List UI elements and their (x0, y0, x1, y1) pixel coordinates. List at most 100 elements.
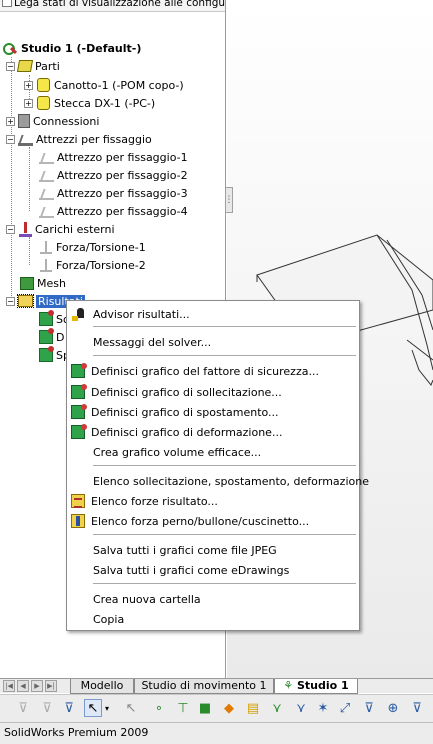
tab-label: Modello (80, 679, 124, 692)
fixture-icon (18, 133, 33, 146)
menu-separator (93, 583, 356, 584)
displacement-plot-icon (71, 404, 87, 419)
menu-item-label: Definisci grafico di sollecitazione... (91, 385, 282, 399)
results-folder-icon (17, 294, 34, 308)
menu-item-list-stress-displacement-strain[interactable]: Elenco sollecitazione, spostamento, defo… (67, 471, 369, 491)
menu-item-save-all-plots-edrawings[interactable]: Salva tutti i grafici come eDrawings (67, 560, 359, 580)
tree-item-result[interactable]: D (39, 328, 64, 346)
menu-item-create-effective-volume-plot[interactable]: Crea grafico volume efficace... (67, 442, 359, 462)
tree-item-fixture[interactable]: Attrezzo per fissaggio-3 (39, 184, 188, 202)
collapse-icon[interactable]: − (6, 296, 15, 306)
filter-icon[interactable]: ⊽ (14, 699, 32, 717)
tree-item-fixtures[interactable]: − Attrezzi per fissaggio (6, 130, 152, 148)
tree-item-loads[interactable]: − Carichi esterni (6, 220, 115, 238)
display-state-option[interactable]: Lega stati di visualizzazione alle confi… (0, 0, 226, 12)
menu-item-results-advisor[interactable]: Advisor risultati... (67, 304, 359, 324)
menu-separator (93, 355, 356, 356)
menu-item-label: Elenco forza perno/bullone/cuscinetto... (91, 514, 310, 528)
tab-model[interactable]: Modello (70, 679, 134, 694)
expand-icon[interactable]: + (24, 98, 33, 108)
tree-item-part[interactable]: + Canotto-1 (-POM copo-) (24, 76, 184, 94)
simulation-toolbar: ⊽ ⊽ ⊽ ↖ ▾ ↖ ∘ ⊤ ■ ◆ ▤ ⋎ ⋎ ✶ ⤢ ⊽ ⊕ ⊽ (0, 694, 433, 722)
menu-item-label: Definisci grafico di deformazione... (91, 425, 283, 439)
chevron-down-icon[interactable]: ▾ (102, 699, 112, 717)
axis-filter-icon[interactable]: ◆ (220, 699, 238, 717)
expand-icon[interactable]: + (24, 80, 33, 90)
menu-item-label: Advisor risultati... (93, 307, 190, 321)
strain-plot-icon (71, 424, 87, 439)
fixtures-label: Attrezzi per fissaggio (36, 132, 152, 146)
menu-separator (93, 465, 356, 466)
force-label: Forza/Torsione-2 (56, 258, 146, 272)
menu-item-define-strain-plot[interactable]: Definisci grafico di deformazione... (67, 422, 359, 442)
tree-item-parts[interactable]: − Parti (6, 57, 60, 75)
filter-icon[interactable]: ⊽ (38, 699, 56, 717)
menu-item-label: Elenco forze risultato... (91, 494, 218, 508)
menu-separator (93, 326, 356, 327)
menu-item-define-safety-factor-plot[interactable]: Definisci grafico del fattore di sicurez… (67, 361, 359, 381)
part-icon (37, 96, 50, 110)
menu-item-label: Elenco sollecitazione, spostamento, defo… (93, 474, 369, 488)
expand-icon[interactable]: + (6, 116, 15, 126)
stress-plot-icon (71, 384, 87, 399)
tree-item-force[interactable]: Forza/Torsione-1 (39, 238, 146, 256)
menu-item-list-pin-bolt-bearing-force[interactable]: Elenco forza perno/bullone/cuscinetto... (67, 511, 359, 531)
point-filter-icon[interactable]: ✶ (314, 699, 332, 717)
tree-item-force[interactable]: Forza/Torsione-2 (39, 256, 146, 274)
collapse-icon[interactable]: − (6, 61, 15, 71)
fixture-filter-icon[interactable]: ⋎ (268, 699, 286, 717)
mesh-label: Mesh (37, 276, 66, 290)
menu-item-list-result-force[interactable]: Elenco forze risultato... (67, 491, 359, 511)
tree-item-fixture[interactable]: Attrezzo per fissaggio-4 (39, 202, 188, 220)
filter-selection-icon[interactable]: ⊽ (60, 699, 78, 717)
previous-tab-icon[interactable]: ◀ (17, 680, 29, 692)
study-icon (2, 40, 18, 56)
panel-splitter-handle[interactable]: ⋮ (225, 187, 234, 213)
menu-item-define-stress-plot[interactable]: Definisci grafico di sollecitazione... (67, 382, 359, 402)
tree-item-fixture[interactable]: Attrezzo per fissaggio-2 (39, 166, 188, 184)
vertex-filter-icon[interactable]: ∘ (150, 699, 168, 717)
link-display-states-label: Lega stati di visualizzazione alle confi… (14, 0, 226, 9)
select-arrow-icon[interactable]: ↖ (84, 699, 102, 717)
fixture-label: Attrezzo per fissaggio-2 (57, 168, 188, 182)
tab-study-1[interactable]: ⚘ Studio 1 (274, 679, 358, 694)
study-label: Studio 1 (-Default-) (21, 41, 142, 55)
parts-icon (16, 60, 34, 72)
menu-item-label: Definisci grafico di spostamento... (91, 405, 279, 419)
result-force-list-icon (71, 494, 85, 508)
menu-item-create-new-folder[interactable]: Crea nuova cartella (67, 589, 359, 609)
part-label: Canotto-1 (-POM copo-) (54, 78, 184, 92)
next-tab-icon[interactable]: ▶ (31, 680, 43, 692)
collapse-icon[interactable]: − (6, 224, 15, 234)
menu-item-solver-messages[interactable]: Messaggi del solver... (67, 332, 359, 352)
menu-item-copy[interactable]: Copia (67, 609, 359, 629)
plane-filter-icon[interactable]: ▤ (244, 699, 262, 717)
tree-item-mesh[interactable]: Mesh (20, 274, 66, 292)
study-tab-icon: ⚘ (283, 679, 297, 692)
beam-filter-icon[interactable]: ⊕ (384, 699, 402, 717)
fixture-icon (39, 187, 54, 200)
edge-filter-icon[interactable]: ⊤ (174, 699, 192, 717)
last-tab-icon[interactable]: ▶| (45, 680, 57, 692)
collapse-icon[interactable]: − (6, 134, 15, 144)
tree-item-fixture[interactable]: Attrezzo per fissaggio-1 (39, 148, 188, 166)
shell-filter-icon[interactable]: ⊽ (360, 699, 378, 717)
menu-item-define-displacement-plot[interactable]: Definisci grafico di spostamento... (67, 402, 359, 422)
status-text: SolidWorks Premium 2009 (4, 726, 149, 739)
face-filter-icon[interactable]: ■ (196, 699, 214, 717)
menu-item-label: Definisci grafico del fattore di sicurez… (91, 364, 319, 378)
tree-item-connections[interactable]: + Connessioni (6, 112, 99, 130)
joint-filter-icon[interactable]: ⊽ (408, 699, 426, 717)
tree-item-study[interactable]: Studio 1 (-Default-) (2, 39, 141, 57)
mesh-icon (20, 276, 34, 290)
connector-filter-icon[interactable]: ⤢ (336, 699, 354, 717)
tree-item-part[interactable]: + Stecca DX-1 (-PC-) (24, 94, 155, 112)
force-icon (39, 258, 53, 273)
link-display-states-checkbox[interactable] (2, 0, 12, 7)
first-tab-icon[interactable]: |◀ (3, 680, 15, 692)
load-filter-icon[interactable]: ⋎ (292, 699, 310, 717)
tab-motion-study[interactable]: Studio di movimento 1 (134, 679, 274, 694)
menu-item-save-all-plots-jpeg[interactable]: Salva tutti i grafici come file JPEG (67, 540, 359, 560)
menu-separator (93, 534, 356, 535)
select-arrow-icon[interactable]: ↖ (122, 699, 140, 717)
